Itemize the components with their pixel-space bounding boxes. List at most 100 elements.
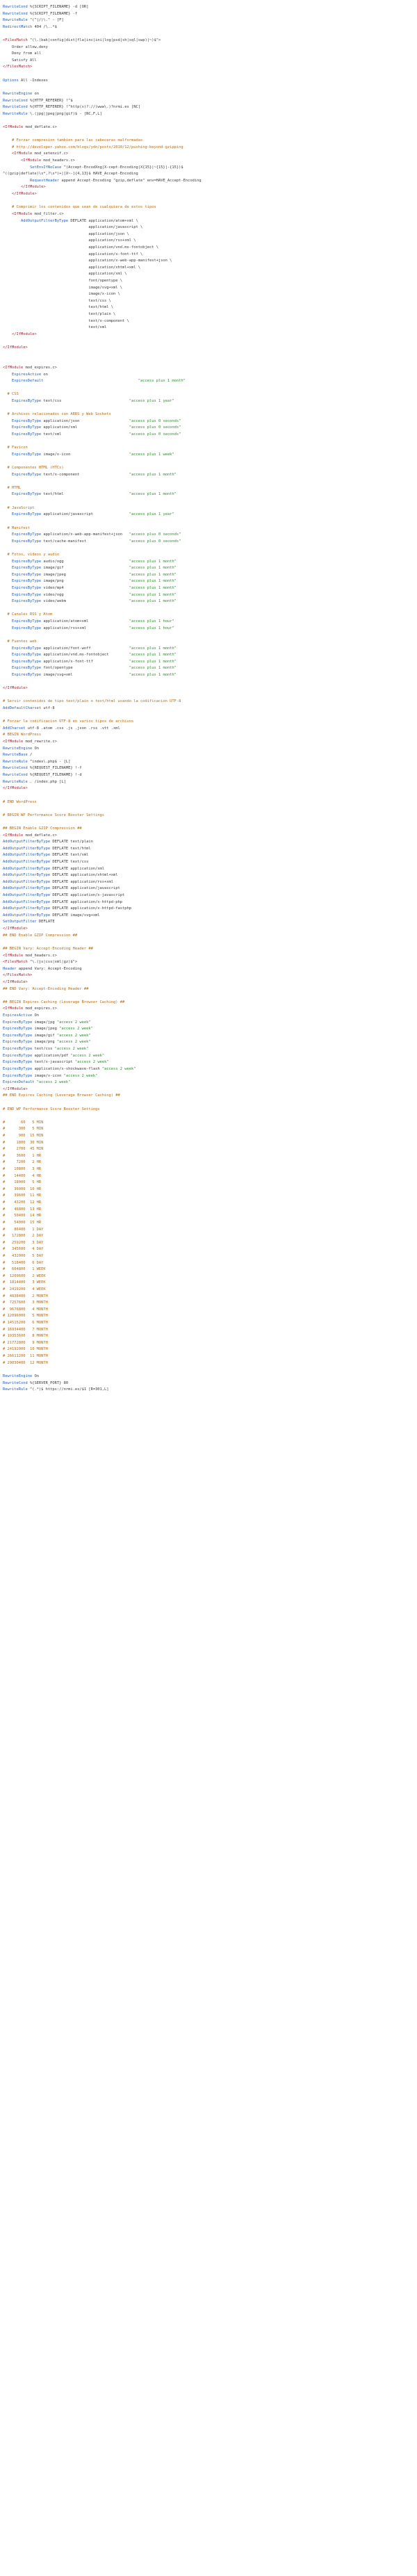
directive-token: ExpiresByType <box>11 572 42 577</box>
code-line: </IfModule> <box>3 685 417 692</box>
code-line: ExpiresByType image/svg+xml "access plus… <box>3 672 417 679</box>
directive-token: RewriteCond <box>3 98 28 103</box>
string-token: "access plus 1 month" <box>129 653 177 658</box>
text-token: On <box>32 1013 39 1018</box>
comment-token: # Fuentes web <box>3 639 37 644</box>
directive-token: RewriteRule <box>3 759 28 764</box>
comment-token: # Manifest <box>3 525 30 530</box>
code-line: font/opentype \ <box>3 278 417 285</box>
comment-token: # CSS <box>3 392 19 397</box>
code-line: # 432000 5 DAY <box>3 1253 417 1260</box>
text-token: DEFLATE application/rss+xml <box>50 879 114 884</box>
text-token: application/x-font-ttf <box>41 659 129 664</box>
directive-token: AddOutputFilterByType <box>3 906 51 911</box>
section-tag-token: <IfModule <box>11 152 33 156</box>
section-tag-token: </IfModule> <box>3 686 28 691</box>
text-token: application/json <box>41 418 129 423</box>
code-editor[interactable]: RewriteCond %{SCRIPT_FILENAME} -d [OR] Re… <box>0 0 417 2576</box>
comment-token: # 10800 3 HR <box>3 1167 42 1172</box>
code-line: </IfModule> <box>3 1086 417 1093</box>
text-token: "(^|/)\." - [F] <box>27 18 64 23</box>
code-line: RewriteRule ^index\.php$ - [L] <box>3 759 417 766</box>
comment-token: # 46800 13 HR <box>3 1207 42 1212</box>
directive-token: ExpiresByType <box>11 646 42 651</box>
code-line: text/html \ <box>3 304 417 311</box>
directive-token: AddOutputFilterByType <box>3 879 51 884</box>
text-token: append Accept-Encoding "gzip,deflate" en… <box>59 178 202 183</box>
code-line: ExpiresDefault "access 2 week" <box>3 1079 417 1086</box>
directive-token: ExpiresByType <box>11 586 42 591</box>
text-token: DEFLATE application/x-javascript <box>50 893 125 898</box>
code-line: ExpiresByType text/cache-manifest "acces… <box>3 539 417 546</box>
text-token: image/jpg <box>32 1020 57 1025</box>
directive-token: ExpiresByType <box>11 452 42 457</box>
text-token: / <box>27 753 33 758</box>
code-line: RedirectMatch 404 /\..*$ <box>3 24 417 31</box>
code-line: # 3600 1 HR <box>3 1153 417 1160</box>
comment-token: # 1800 30 MIN <box>3 1140 44 1145</box>
comment-token: # 604800 1 WEEK <box>3 1267 46 1272</box>
code-line: ExpiresActive on <box>3 372 417 379</box>
text-token: text/css <box>32 1047 55 1052</box>
text-token: image/x-icon <box>41 452 129 457</box>
comment-token: ## BEGIN Vary: Accept-Encoding Header ## <box>3 946 93 951</box>
string-token: "access 2 week" <box>56 1033 91 1038</box>
code-line: </IfModule> <box>3 345 417 352</box>
directive-token: RewriteEngine <box>3 91 33 96</box>
text-token: mod_filter.c> <box>32 211 64 216</box>
code-line: application/rss+xml \ <box>3 238 417 245</box>
code-line: <FilesMatch "\.(js|css|xml|gz)$"> <box>3 959 417 966</box>
comment-token: # 259200 3 DAY <box>3 1240 44 1245</box>
code-line: Order allow,deny <box>3 44 417 51</box>
code-line: # 12096000 5 MONTH <box>3 1313 417 1320</box>
text-token: application/x-web-app-manifest+json \ <box>3 259 172 263</box>
text-token: DEFLATE text/xml <box>50 853 89 858</box>
directive-token: ExpiresByType <box>11 432 42 437</box>
code-line: RewriteEngine On <box>3 1373 417 1380</box>
string-token: "access plus 1 month" <box>129 592 177 597</box>
code-line: image/x-icon \ <box>3 291 417 298</box>
code-line: text/x-component \ <box>3 318 417 325</box>
code-line: ExpiresByType application/rss+xml "acces… <box>3 626 417 633</box>
string-token: "access plus 1 year" <box>129 398 174 403</box>
comment-token: # Comprimir los contenidos que sean de c… <box>3 205 156 210</box>
string-token: "access plus 1 month" <box>129 599 177 604</box>
section-tag-token: </IfModule> <box>11 332 37 336</box>
string-token: "access plus 1 month" <box>138 379 186 384</box>
comment-token: # 2419200 4 WEEK <box>3 1287 46 1291</box>
code-line: ExpiresByType image/jpg "access 2 week" <box>3 1020 417 1027</box>
code-line: ExpiresByType application/atom+xml "acce… <box>3 619 417 626</box>
code-line: ## END Vary: Accept-Encoding Header ## <box>3 986 417 993</box>
text-token: text/x-component <box>41 472 129 477</box>
text-token: "(\.(bak|config|dist|fla|inc|ini|log|psd… <box>27 38 161 43</box>
code-line: ExpiresByType image/gif "access plus 1 m… <box>3 565 417 572</box>
code-line: ExpiresByType image/x-icon "access plus … <box>3 452 417 459</box>
directive-token: ExpiresByType <box>3 1073 33 1078</box>
directive-token: AddOutputFilterByType <box>3 873 51 878</box>
text-token: mod_deflate.c> <box>23 833 57 838</box>
text-token: application/json \ <box>3 231 129 236</box>
directive-token: RewriteRule <box>3 18 28 23</box>
code-line: AddOutputFilterByType DEFLATE applicatio… <box>3 906 417 913</box>
text-token: DEFLATE application/xml <box>50 866 105 871</box>
directive-token: SetEnvIfNoCase <box>29 165 62 170</box>
directive-token: ExpiresByType <box>3 1033 33 1038</box>
text-token: video/mp4 <box>41 586 129 591</box>
text-token: text/x-javascript <box>32 1060 75 1065</box>
code-line: # Archivos relacionados con ARRS y Web S… <box>3 411 417 418</box>
section-tag-token: <IfModule <box>3 365 24 370</box>
comment-token: # 9676800 4 MONTH <box>3 1307 48 1312</box>
